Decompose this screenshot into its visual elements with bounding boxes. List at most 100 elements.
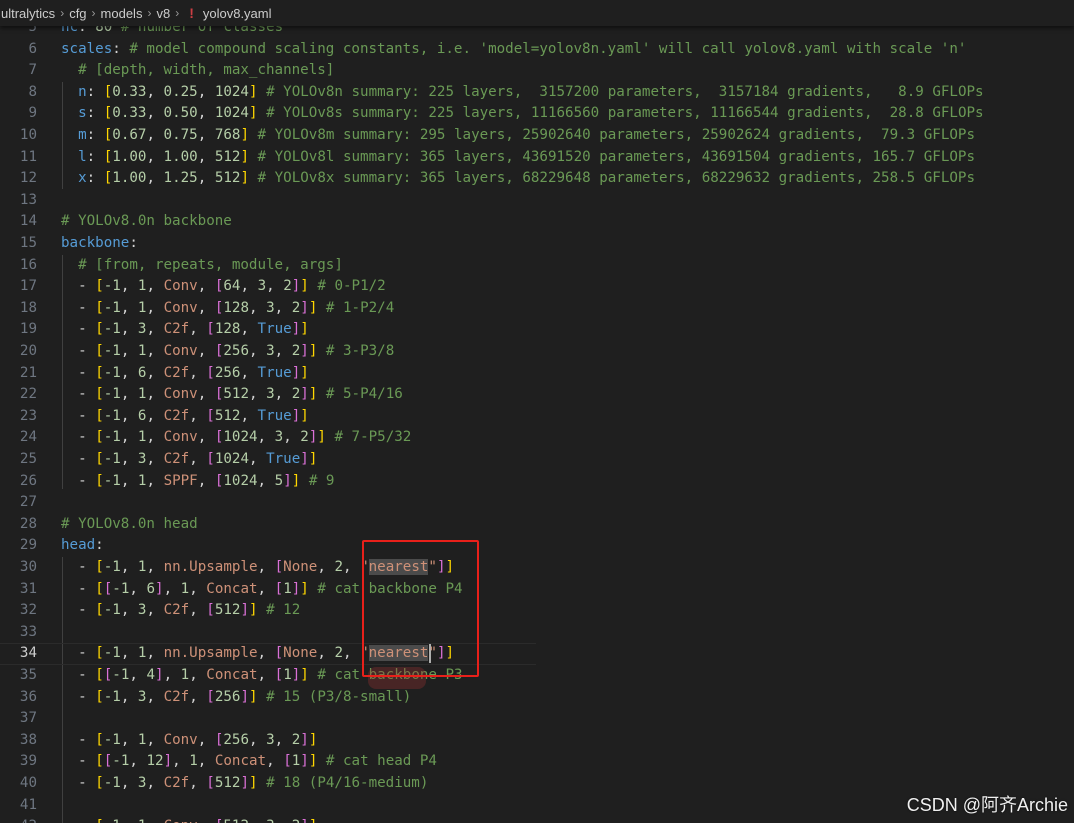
line-number: 6: [28, 40, 37, 57]
code-text: - [-1, 1, Conv, [256, 3, 2]]: [78, 731, 318, 748]
chevron-right-icon: ›: [175, 6, 180, 20]
code-text: - [-1, 1, Conv, [512, 3, 2]]: [61, 816, 317, 823]
line-number: 36: [19, 688, 37, 705]
red-annotation-box: [362, 540, 479, 677]
line-number: 39: [19, 753, 37, 770]
code-text: backbone:: [61, 235, 138, 251]
line-number: 26: [19, 472, 37, 489]
line-number: 25: [19, 451, 37, 467]
line-number: 33: [19, 623, 37, 640]
code-line-6[interactable]: 6 scales: # model compound scaling consta…: [0, 39, 1074, 61]
code-line-33[interactable]: 33: [0, 622, 1074, 644]
breadcrumb-item-ultralytics[interactable]: ultralytics: [0, 6, 56, 21]
code-line-34[interactable]: 34 - [-1, 1, nn.Upsample, [None, 2, "nea…: [0, 643, 1074, 665]
code-text: n: [0.33, 0.25, 1024] # YOLOv8n summary:…: [78, 83, 984, 100]
line-number: 27: [19, 494, 37, 511]
code-line-8[interactable]: 8 n: [0.33, 0.25, 1024] # YOLOv8n summar…: [0, 82, 1074, 104]
line-number: 23: [19, 407, 37, 424]
line-number: 41: [19, 796, 37, 813]
code-text: - [-1, 1, Conv, [1024, 3, 2]] # 7-P5/32: [78, 429, 412, 446]
line-number: 20: [19, 343, 37, 359]
line-number: 29: [19, 537, 37, 554]
line-number: 9: [28, 105, 37, 122]
code-text: - [-1, 1, Conv, [64, 3, 2]] # 0-P1/2: [78, 278, 386, 295]
code-line-13[interactable]: 13: [0, 190, 1074, 212]
code-text: - [-1, 3, C2f, [1024, True]]: [78, 451, 318, 467]
code-line-16[interactable]: 16 # [from, repeats, module, args]: [0, 255, 1074, 277]
code-line-42[interactable]: 42 - [-1, 1, Conv, [512, 3, 2]]: [0, 816, 1074, 823]
line-number: 28: [19, 515, 37, 532]
line-number: 13: [19, 191, 37, 208]
line-number: 21: [19, 364, 37, 381]
code-text: - [-1, 3, C2f, [512]] # 18 (P4/16-medium…: [78, 775, 429, 791]
line-number: 42: [0, 816, 37, 823]
code-line-39[interactable]: 39 - [[-1, 12], 1, Concat, [1]] # cat he…: [0, 751, 1074, 773]
code-line-26[interactable]: 26 - [-1, 1, SPPF, [1024, 5]] # 9: [0, 471, 1074, 493]
breadcrumb-item-v8[interactable]: v8: [155, 6, 171, 21]
code-line-35[interactable]: 35 - [[-1, 4], 1, Concat, [1]] # cat bac…: [0, 665, 1074, 687]
code-line-21[interactable]: 21 - [-1, 6, C2f, [256, True]]: [0, 363, 1074, 385]
code-text: s: [0.33, 0.50, 1024] # YOLOv8s summary:…: [78, 105, 984, 122]
line-number: 16: [19, 256, 37, 273]
code-editor[interactable]: 5 nc: 80 # number of classes 6 scales: # mo…: [0, 17, 1074, 823]
code-line-36[interactable]: 36 - [-1, 3, C2f, [256]] # 15 (P3/8-smal…: [0, 687, 1074, 709]
line-number: 37: [19, 710, 37, 727]
code-line-32[interactable]: 32 - [-1, 3, C2f, [512]] # 12: [0, 600, 1074, 622]
code-text: # [depth, width, max_channels]: [78, 62, 335, 79]
line-number: 7: [28, 62, 37, 79]
breadcrumb-item-models[interactable]: models: [100, 6, 144, 21]
code-line-24[interactable]: 24 - [-1, 1, Conv, [1024, 3, 2]] # 7-P5/…: [0, 427, 1074, 449]
code-text: - [-1, 3, C2f, [128, True]]: [78, 321, 309, 338]
code-text: - [-1, 3, C2f, [256]] # 15 (P3/8-small): [78, 688, 412, 705]
code-line-30[interactable]: 30 - [-1, 1, nn.Upsample, [None, 2, "nea…: [0, 557, 1074, 579]
code-text: - [-1, 6, C2f, [256, True]]: [78, 364, 309, 381]
chevron-right-icon: ›: [60, 6, 65, 20]
code-line-15[interactable]: 15 backbone:: [0, 233, 1074, 255]
code-line-12[interactable]: 12 x: [1.00, 1.25, 512] # YOLOv8x summar…: [0, 168, 1074, 190]
code-line-37[interactable]: 37: [0, 708, 1074, 730]
code-text: l: [1.00, 1.00, 512] # YOLOv8l summary: …: [78, 148, 976, 165]
code-text: - [-1, 3, C2f, [512]] # 12: [78, 602, 301, 619]
chevron-right-icon: ›: [91, 6, 96, 20]
line-number: 18: [19, 299, 37, 316]
code-line-14[interactable]: 14 # YOLOv8.0n backbone: [0, 211, 1074, 233]
code-text: - [-1, 1, Conv, [512, 3, 2]] # 5-P4/16: [78, 386, 403, 403]
code-line-22[interactable]: 22 - [-1, 1, Conv, [512, 3, 2]] # 5-P4/1…: [0, 384, 1074, 406]
line-number: 31: [19, 580, 37, 597]
line-number: 22: [19, 386, 37, 403]
code-text: # YOLOv8.0n head: [61, 515, 198, 532]
code-line-19[interactable]: 19 - [-1, 3, C2f, [128, True]]: [0, 319, 1074, 341]
line-number: 12: [19, 170, 37, 187]
code-line-29[interactable]: 29 head:: [0, 535, 1074, 557]
code-line-31[interactable]: 31 - [[-1, 6], 1, Concat, [1]] # cat bac…: [0, 579, 1074, 601]
code-line-9[interactable]: 9 s: [0.33, 0.50, 1024] # YOLOv8s summar…: [0, 103, 1074, 125]
breadcrumb: ultralytics › cfg › models › v8 › ! yolo…: [0, 0, 1074, 26]
code-text: - [-1, 1, Conv, [128, 3, 2]] # 1-P2/4: [78, 299, 395, 316]
line-number: 35: [19, 667, 37, 683]
breadcrumb-item-file[interactable]: yolov8.yaml: [202, 6, 273, 21]
code-text: - [-1, 6, C2f, [512, True]]: [78, 407, 309, 424]
code-line-38[interactable]: 38 - [-1, 1, Conv, [256, 3, 2]]: [0, 730, 1074, 752]
code-line-17[interactable]: 17 - [-1, 1, Conv, [64, 3, 2]] # 0-P1/2: [0, 276, 1074, 298]
code-line-10[interactable]: 10 m: [0.67, 0.75, 768] # YOLOv8m summar…: [0, 125, 1074, 147]
code-line-7[interactable]: 7 # [depth, width, max_channels]: [0, 60, 1074, 82]
breadcrumb-item-cfg[interactable]: cfg: [68, 6, 87, 21]
code-text: - [-1, 1, Conv, [256, 3, 2]] # 3-P3/8: [78, 343, 395, 359]
code-line-25[interactable]: 25 - [-1, 3, C2f, [1024, True]]: [0, 449, 1074, 471]
yaml-file-icon: !: [189, 5, 194, 21]
code-text: # [from, repeats, module, args]: [78, 256, 343, 273]
code-line-27[interactable]: 27: [0, 492, 1074, 514]
line-number: 14: [19, 213, 37, 230]
line-number: 8: [28, 83, 37, 100]
line-number: 30: [19, 559, 37, 575]
line-number: 40: [19, 775, 37, 791]
watermark: CSDN @阿齐Archie: [906, 795, 1068, 815]
code-line-28[interactable]: 28 # YOLOv8.0n head: [0, 514, 1074, 536]
code-text: head:: [61, 537, 104, 554]
code-text: m: [0.67, 0.75, 768] # YOLOv8m summary: …: [78, 127, 976, 143]
code-line-20[interactable]: 20 - [-1, 1, Conv, [256, 3, 2]] # 3-P3/8: [0, 341, 1074, 363]
line-number: 11: [19, 148, 37, 165]
code-line-18[interactable]: 18 - [-1, 1, Conv, [128, 3, 2]] # 1-P2/4: [0, 298, 1074, 320]
code-line-23[interactable]: 23 - [-1, 6, C2f, [512, True]]: [0, 406, 1074, 428]
code-line-11[interactable]: 11 l: [1.00, 1.00, 512] # YOLOv8l summar…: [0, 147, 1074, 169]
